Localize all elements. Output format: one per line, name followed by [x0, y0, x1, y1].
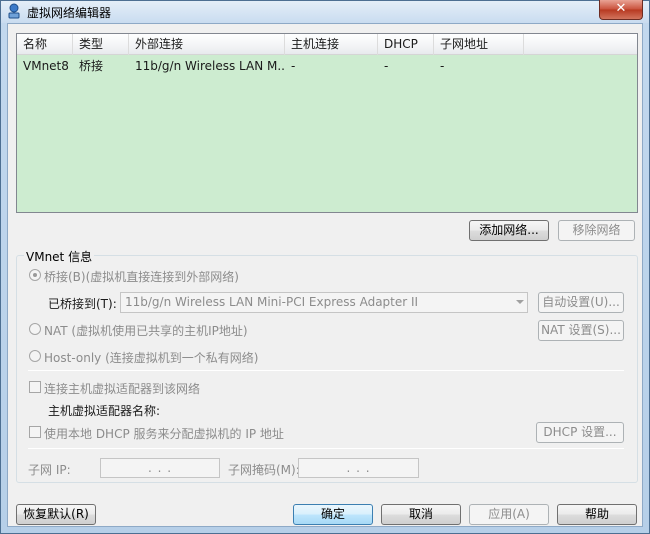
close-icon: ✕: [615, 1, 627, 16]
dialog-client-area: 名称 类型 外部连接 主机连接 DHCP 子网地址 VMnet8 桥接 11b/…: [7, 23, 643, 527]
add-network-button[interactable]: 添加网络...: [469, 220, 549, 241]
nat-label: NAT (虚拟机使用已共享的主机IP地址): [44, 324, 248, 338]
column-header-subnet[interactable]: 子网地址: [434, 34, 524, 55]
connect-adapter-label: 连接主机虚拟适配器到该网络: [44, 382, 201, 396]
subnet-ip-label: 子网 IP:: [28, 463, 71, 477]
subnet-ip-input[interactable]: . . .: [100, 458, 220, 478]
connect-adapter-checkbox[interactable]: [29, 381, 41, 393]
virtual-network-editor-window: 虚拟网络编辑器 ✕ 名称 类型 外部连接 主机连接 DHCP 子网地址 VMne…: [0, 0, 650, 534]
window-title: 虚拟网络编辑器: [27, 6, 112, 20]
hostonly-radio[interactable]: [29, 350, 41, 362]
cell-name: VMnet8: [23, 59, 69, 73]
close-button[interactable]: ✕: [599, 0, 643, 20]
bridged-to-value: 11b/g/n Wireless LAN Mini-PCI Express Ad…: [125, 295, 419, 309]
divider: [28, 448, 624, 449]
apply-button[interactable]: 应用(A): [469, 504, 549, 525]
bridged-radio[interactable]: [29, 269, 41, 281]
auto-settings-button[interactable]: 自动设置(U)...: [538, 292, 624, 313]
dhcp-checkbox[interactable]: [29, 426, 41, 438]
remove-network-button[interactable]: 移除网络: [558, 220, 635, 241]
network-list[interactable]: 名称 类型 外部连接 主机连接 DHCP 子网地址 VMnet8 桥接 11b/…: [16, 33, 638, 213]
restore-defaults-button[interactable]: 恢复默认(R): [16, 504, 96, 525]
network-editor-icon: [8, 3, 20, 19]
title-bar: 虚拟网络编辑器 ✕: [1, 0, 649, 23]
cell-dhcp: -: [384, 59, 389, 73]
adapter-name-label: 主机虚拟适配器名称:: [48, 404, 161, 418]
dhcp-label: 使用本地 DHCP 服务来分配虚拟机的 IP 地址: [44, 427, 284, 441]
column-header-external[interactable]: 外部连接: [129, 34, 285, 55]
dhcp-settings-button[interactable]: DHCP 设置...: [536, 422, 624, 443]
cell-external: 11b/g/n Wireless LAN M...: [135, 59, 285, 73]
bridged-to-label: 已桥接到(T):: [48, 297, 117, 311]
help-button[interactable]: 帮助: [557, 504, 637, 525]
chevron-down-icon: [516, 300, 524, 304]
nat-settings-button[interactable]: NAT 设置(S)...: [538, 320, 624, 341]
network-list-header: 名称 类型 外部连接 主机连接 DHCP 子网地址: [17, 34, 637, 55]
column-header-type[interactable]: 类型: [73, 34, 129, 55]
nat-radio[interactable]: [29, 323, 41, 335]
vmnet-info-title: VMnet 信息: [24, 248, 95, 265]
subnet-mask-input[interactable]: . . .: [298, 458, 419, 478]
ok-button[interactable]: 确定: [293, 504, 373, 525]
cell-host: -: [291, 59, 296, 73]
cell-subnet: -: [440, 59, 445, 73]
cell-type: 桥接: [79, 59, 104, 73]
table-row[interactable]: VMnet8 桥接 11b/g/n Wireless LAN M... - - …: [17, 56, 637, 76]
bridged-to-select[interactable]: 11b/g/n Wireless LAN Mini-PCI Express Ad…: [120, 292, 528, 313]
cancel-button[interactable]: 取消: [381, 504, 461, 525]
column-header-host[interactable]: 主机连接: [285, 34, 378, 55]
bridged-label: 桥接(B)(虚拟机直接连接到外部网络): [44, 270, 239, 284]
hostonly-label: Host-only (连接虚拟机到一个私有网络): [44, 351, 259, 365]
divider: [28, 370, 624, 371]
column-header-dhcp[interactable]: DHCP: [378, 34, 434, 55]
column-header-name[interactable]: 名称: [17, 34, 73, 55]
subnet-mask-label: 子网掩码(M):: [228, 463, 300, 477]
